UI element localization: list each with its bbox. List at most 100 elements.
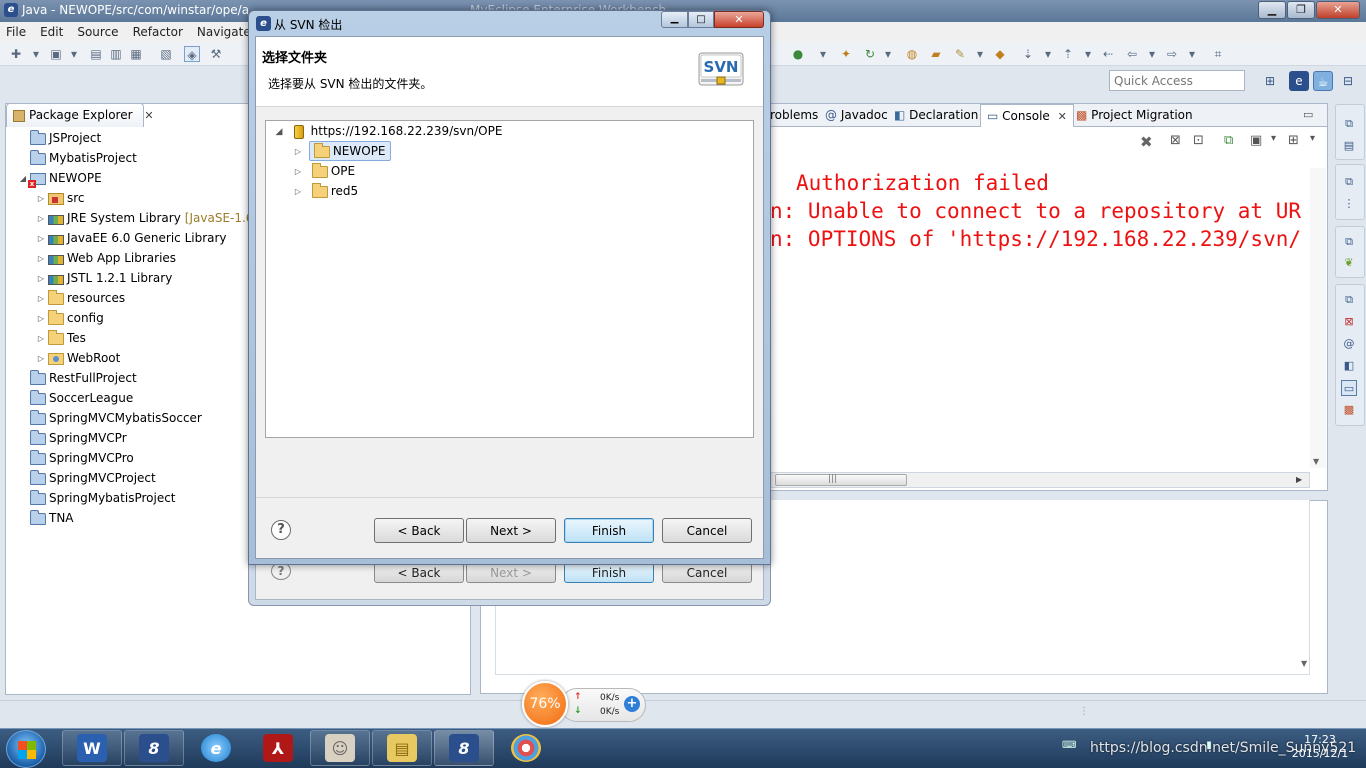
tree-item[interactable]: ▷ JSTL 1.2.1 Library	[34, 268, 172, 288]
save-icon[interactable]: ▤	[88, 46, 104, 62]
tree-item[interactable]: ▷ Web App Libraries	[34, 248, 176, 268]
collapsed-arrow-icon[interactable]: ▷	[34, 249, 48, 269]
new-icon[interactable]: ✚	[8, 46, 24, 62]
taskbar-myeclipse[interactable]: 8	[124, 730, 184, 766]
tree-item[interactable]: ▷ JRE System Library [JavaSE-1.6	[34, 208, 254, 229]
open-type-icon[interactable]: ◍	[904, 46, 920, 62]
run-icon[interactable]: ●	[790, 46, 806, 62]
tree-item[interactable]: ◢NEWOPE	[16, 168, 102, 188]
keyboard-icon[interactable]: ⌨	[1062, 740, 1076, 752]
dialog-maximize-button[interactable]: □	[688, 11, 714, 28]
finish-button[interactable]: Finish	[564, 518, 654, 543]
pin-console-icon[interactable]: ⧉	[1224, 133, 1233, 148]
terminate-icon[interactable]: ✖	[1140, 133, 1153, 151]
cancel-button[interactable]: Cancel	[662, 518, 752, 543]
remove-all-icon[interactable]: ⊡	[1193, 133, 1204, 148]
tree-item[interactable]: SpringMVCMybatisSoccer	[16, 408, 202, 428]
build-icon[interactable]: ✦	[838, 46, 854, 62]
dropdown-arrow-icon[interactable]: ▾	[1271, 133, 1276, 144]
quick-access-input[interactable]	[1109, 70, 1245, 91]
collapsed-arrow-icon[interactable]: ▷	[34, 229, 48, 249]
menu-edit[interactable]: Edit	[40, 25, 63, 39]
next-button[interactable]: Next >	[466, 518, 556, 543]
collapsed-arrow-icon[interactable]: ▷	[34, 309, 48, 329]
last-edit-icon[interactable]: ⇠	[1100, 46, 1116, 62]
tree-item[interactable]: ▷ JavaEE 6.0 Generic Library	[34, 228, 227, 248]
at-icon[interactable]: @	[1341, 336, 1357, 352]
collapsed-arrow-icon[interactable]: ▷	[34, 329, 48, 349]
task-icon[interactable]: ◆	[992, 46, 1008, 62]
tree-row-red5[interactable]: ▷ red5	[291, 181, 358, 201]
tab-project-migration[interactable]: ▩ Project Migration	[1076, 105, 1193, 125]
collapsed-arrow-icon[interactable]: ▷	[34, 209, 48, 229]
back-button[interactable]: < Back	[374, 518, 464, 543]
maximize-button[interactable]: ❐	[1287, 1, 1315, 19]
problems-icon[interactable]: ⊠	[1341, 314, 1357, 330]
menu-source[interactable]: Source	[77, 25, 118, 39]
selected-folder[interactable]: NEWOPE	[308, 141, 391, 161]
tree-item[interactable]: MybatisProject	[16, 148, 137, 168]
debug-perspective-icon[interactable]: ⊟	[1338, 71, 1358, 91]
expanded-arrow-icon[interactable]: ◢	[272, 122, 286, 142]
dropdown-arrow-icon[interactable]: ▾	[880, 46, 896, 62]
minimize-button[interactable]: ▁	[1258, 1, 1286, 19]
tab-declaration[interactable]: ◧ Declaration	[894, 105, 978, 125]
display-console-icon[interactable]: ▣	[1250, 133, 1262, 148]
horizontal-scroll-thumb[interactable]	[775, 474, 907, 486]
new-project-icon[interactable]: ▣	[48, 46, 64, 62]
taskbar-acrobat[interactable]: ⅄	[248, 730, 308, 766]
declaration-icon[interactable]: ◧	[1341, 358, 1357, 374]
toggle-icon[interactable]: ▧	[158, 46, 174, 62]
taskbar-myeclipse-active[interactable]: 8	[434, 730, 494, 766]
taskbar-clock[interactable]: 17:23 2015/12/1	[1290, 733, 1350, 761]
tab-problems[interactable]: roblems	[770, 105, 818, 125]
collapsed-arrow-icon[interactable]: ▷	[291, 162, 305, 182]
taskbar-paint[interactable]	[496, 730, 556, 766]
memory-percent-badge[interactable]: 76%	[522, 681, 568, 727]
taskbar-mascot[interactable]: ☺	[310, 730, 370, 766]
tab-console[interactable]: ▭ Console ✕	[980, 104, 1074, 127]
minimize-view-icon[interactable]: ▭	[1303, 108, 1313, 121]
tree-item[interactable]: SpringMVCPro	[16, 448, 134, 468]
package-explorer-tab[interactable]: Package Explorer ✕	[6, 103, 154, 127]
console-icon[interactable]: ▭	[1341, 380, 1357, 396]
wrench-icon[interactable]: ⚒	[208, 46, 224, 62]
collapsed-arrow-icon[interactable]: ▷	[34, 349, 48, 369]
close-icon[interactable]: ✕	[1058, 110, 1067, 123]
search-icon[interactable]: ✎	[952, 46, 968, 62]
tree-item[interactable]: ▷ src	[34, 188, 85, 208]
restore-icon[interactable]: ⧉	[1341, 234, 1357, 250]
dropdown-arrow-icon[interactable]: ▾	[1040, 46, 1056, 62]
dropdown-arrow-icon[interactable]: ▾	[1310, 133, 1315, 144]
tree-item[interactable]: SpringMVCProject	[16, 468, 156, 488]
menu-navigate[interactable]: Navigate	[197, 25, 251, 39]
collapsed-arrow-icon[interactable]: ▷	[291, 142, 305, 162]
collapsed-arrow-icon[interactable]: ▷	[34, 269, 48, 289]
outline-icon[interactable]: ▤	[1341, 138, 1357, 154]
tree-item[interactable]: JSProject	[16, 128, 101, 148]
hierarchy-icon[interactable]: ⋮	[1341, 196, 1357, 212]
tree-item[interactable]: ▷ config	[34, 308, 104, 328]
migration-icon[interactable]: ▩	[1341, 402, 1357, 418]
taskbar-ie[interactable]: e	[186, 730, 246, 766]
collapsed-arrow-icon[interactable]: ▷	[291, 182, 305, 202]
dropdown-arrow-icon[interactable]: ▾	[972, 46, 988, 62]
restore-icon[interactable]: ⧉	[1341, 116, 1357, 132]
tree-item[interactable]: RestFullProject	[16, 368, 137, 388]
collapsed-arrow-icon[interactable]: ▷	[34, 189, 48, 209]
dropdown-arrow-icon[interactable]: ▾	[28, 46, 44, 62]
menu-file[interactable]: File	[6, 25, 26, 39]
dropdown-arrow-icon[interactable]: ▾	[815, 46, 831, 62]
scroll-down-icon[interactable]: ▼	[1313, 457, 1319, 466]
taskbar-word[interactable]: W	[62, 730, 122, 766]
leaf-icon[interactable]: ❦	[1341, 255, 1357, 271]
refresh-icon[interactable]: ↻	[862, 46, 878, 62]
open-perspective-icon[interactable]: ⊞	[1260, 71, 1280, 91]
prev-annotation-icon[interactable]: ⇡	[1060, 46, 1076, 62]
tree-item[interactable]: SpringMVCPr	[16, 428, 127, 448]
remove-launch-icon[interactable]: ⊠	[1170, 133, 1181, 148]
myeclipse-perspective-icon[interactable]: e	[1289, 71, 1309, 91]
tree-row-ope[interactable]: ▷ OPE	[291, 161, 355, 181]
pin-editor-icon[interactable]: ⌗	[1210, 46, 1226, 62]
open-folder-icon[interactable]: ▰	[928, 46, 944, 62]
